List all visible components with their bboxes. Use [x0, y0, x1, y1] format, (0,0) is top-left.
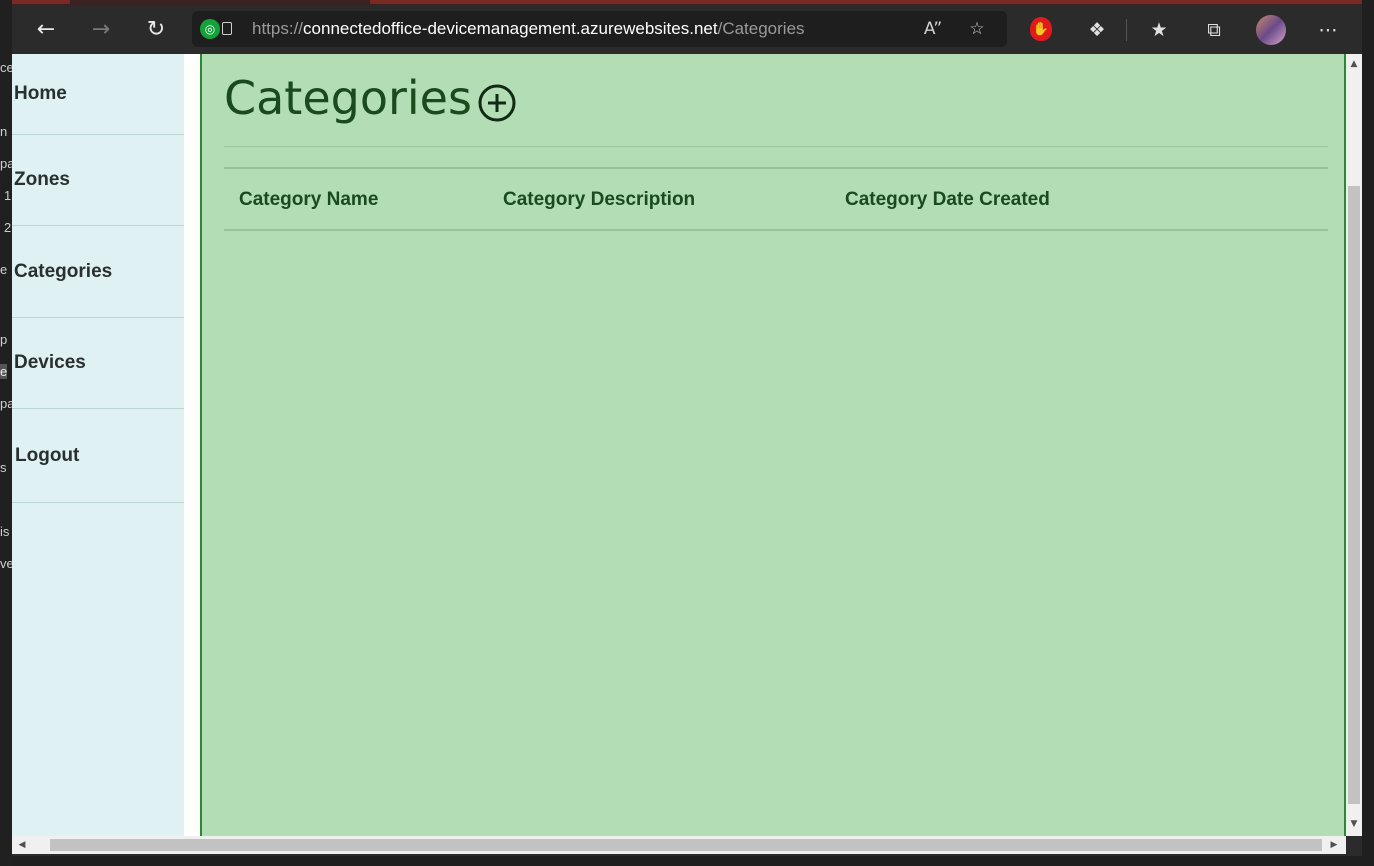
background-text: e [0, 262, 8, 277]
url-text[interactable]: https://connectedoffice-devicemanagement… [252, 19, 805, 39]
sidebar-item-label: Devices [14, 352, 86, 373]
read-aloud-icon[interactable]: A” [920, 17, 946, 41]
scroll-left-arrow-icon[interactable]: ◀ [14, 837, 30, 853]
background-text: pa [0, 396, 12, 411]
background-text: p [0, 332, 8, 347]
browser-toolbar: ← → ↻ ◎ https://connectedoffice-devicema… [12, 5, 1362, 54]
browser-window: ← → ↻ ◎ https://connectedoffice-devicema… [12, 0, 1362, 856]
refresh-icon[interactable]: ↻ [138, 13, 174, 45]
background-text: n [0, 124, 8, 139]
page-title: Categories [224, 71, 472, 125]
sidebar-item-devices[interactable]: Devices [12, 318, 184, 409]
background-text: ce [0, 60, 12, 75]
background-text: 1 [4, 188, 12, 203]
site-info-icon[interactable]: ◎ [200, 19, 220, 39]
url-path: /Categories [717, 19, 805, 38]
sidebar-item-label: Logout [15, 444, 80, 466]
background-text: e [0, 364, 8, 379]
favorites-icon[interactable]: ★ [1143, 15, 1175, 45]
extensions-icon[interactable]: ❖ [1081, 15, 1113, 45]
add-category-icon[interactable] [477, 83, 517, 123]
sidebar-item-label: Home [14, 83, 67, 104]
main-content: Categories Category Name Category Descri… [200, 54, 1346, 836]
scroll-right-arrow-icon[interactable]: ▶ [1326, 837, 1342, 853]
table-header: Category Name Category Description Categ… [224, 167, 1328, 231]
add-favorite-icon[interactable]: ☆ [964, 17, 990, 41]
sidebar-item-label: Categories [14, 260, 113, 282]
more-menu-icon[interactable]: ⋯ [1312, 15, 1344, 45]
sidebar-item-zones[interactable]: Zones [12, 135, 184, 226]
back-arrow-icon[interactable]: ← [28, 13, 64, 45]
sidebar: Home Zones Categories Devices Logout [12, 54, 184, 836]
address-bar[interactable]: ◎ https://connectedoffice-devicemanageme… [192, 11, 1007, 47]
page-viewport: Home Zones Categories Devices Logout Cat… [12, 54, 1362, 836]
stop-extension-icon[interactable]: ✋ [1030, 17, 1052, 41]
vertical-scroll-thumb[interactable] [1348, 186, 1360, 804]
scroll-down-arrow-icon[interactable]: ▼ [1346, 816, 1362, 832]
collections-icon[interactable]: ⧉ [1198, 15, 1230, 45]
column-header-category-date-created: Category Date Created [845, 189, 1050, 210]
column-header-category-name: Category Name [239, 189, 379, 210]
url-host: connectedoffice-devicemanagement.azurewe… [303, 19, 718, 38]
horizontal-scroll-thumb[interactable] [50, 839, 1322, 851]
sidebar-item-categories[interactable]: Categories [12, 226, 184, 318]
scroll-up-arrow-icon[interactable]: ▲ [1346, 56, 1362, 72]
background-window-strip: ce n pa 1 2 e p e pa s is ve [0, 0, 12, 866]
horizontal-scrollbar[interactable]: ◀ ▶ [12, 836, 1346, 854]
categories-table: Category Name Category Description Categ… [224, 167, 1328, 231]
sidebar-item-home[interactable]: Home [12, 54, 184, 135]
title-divider [224, 146, 1328, 147]
background-text: ve [0, 556, 12, 571]
toolbar-divider [1126, 19, 1127, 41]
url-scheme: https:// [252, 19, 304, 38]
background-text: s [0, 460, 7, 475]
sidebar-item-logout[interactable]: Logout [12, 409, 184, 503]
forward-arrow-icon[interactable]: → [83, 13, 119, 45]
vertical-scrollbar[interactable]: ▲ ▼ [1346, 54, 1362, 836]
background-text: pa [0, 156, 12, 171]
page-info-icon[interactable] [222, 22, 232, 35]
column-header-category-description: Category Description [503, 189, 696, 210]
background-text: 2 [4, 220, 12, 235]
profile-avatar[interactable] [1256, 15, 1286, 45]
sidebar-item-label: Zones [14, 169, 70, 190]
background-text: is [0, 524, 10, 539]
